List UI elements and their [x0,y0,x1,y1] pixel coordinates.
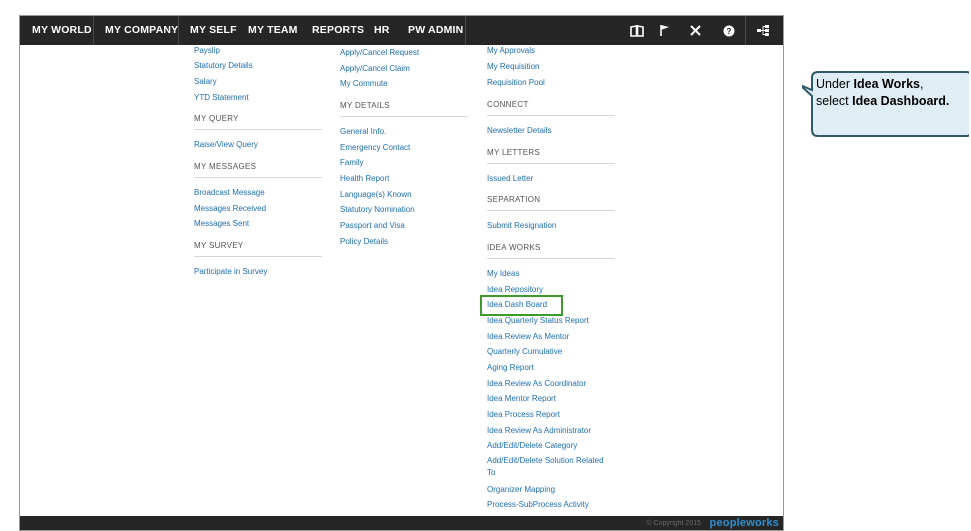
section-heading-idea-works: IDEA WORKS [487,243,541,252]
nav-my-team[interactable]: MY TEAM [248,16,298,45]
my-self-mega-menu: Payslip Statutory Details Salary YTD Sta… [180,45,617,516]
callout-text: Under Idea Works, select Idea Dashboard. [816,76,958,110]
nav-divider [745,16,746,45]
menu-link-passport-and-visa[interactable]: Passport and Visa [340,221,405,231]
section-heading-my-messages: MY MESSAGES [194,162,257,171]
footer-bar: © Copyright 2015 peopleworks [20,516,783,530]
menu-link-process-subprocess-activity[interactable]: Process-SubProcess Activity [487,500,589,510]
section-heading-my-letters: MY LETTERS [487,148,541,157]
menu-link-messages-sent[interactable]: Messages Sent [194,219,249,229]
book-icon[interactable] [622,16,652,45]
menu-link-statutory-details[interactable]: Statutory Details [194,61,253,71]
menu-link-health-report[interactable]: Health Report [340,174,389,184]
menu-link-my-approvals[interactable]: My Approvals [487,46,535,56]
menu-link-issued-letter[interactable]: Issued Letter [487,174,533,184]
menu-link-idea-review-as-coordinator[interactable]: Idea Review As Coordinator [487,379,586,389]
instruction-callout: Under Idea Works, select Idea Dashboard. [802,70,969,138]
section-divider [194,256,322,257]
menu-link-idea-review-as-mentor[interactable]: Idea Review As Mentor [487,332,569,342]
menu-link-my-ideas[interactable]: My Ideas [487,269,519,279]
section-heading-my-query: MY QUERY [194,114,239,123]
section-heading-my-details: MY DETAILS [340,101,390,110]
menu-link-idea-repository[interactable]: Idea Repository [487,285,543,295]
menu-link-idea-process-report[interactable]: Idea Process Report [487,410,560,420]
section-heading-my-survey: MY SURVEY [194,241,244,250]
menu-link-family[interactable]: Family [340,158,364,168]
menu-link-aging-report[interactable]: Aging Report [487,363,534,373]
section-heading-connect: CONNECT [487,100,529,109]
help-icon[interactable]: ? [714,16,744,45]
menu-link-messages-received[interactable]: Messages Received [194,204,266,214]
nav-my-company[interactable]: MY COMPANY [105,16,178,45]
top-navbar: MY WORLD MY COMPANY MY SELF MY TEAM REPO… [20,16,783,45]
menu-link-payslip[interactable]: Payslip [194,46,220,56]
nav-divider [178,16,179,45]
menu-link-newsletter-details[interactable]: Newsletter Details [487,126,551,136]
app-window: MY WORLD MY COMPANY MY SELF MY TEAM REPO… [19,15,784,531]
section-heading-separation: SEPARATION [487,195,541,204]
nav-divider [93,16,94,45]
menu-link-submit-resignation[interactable]: Submit Resignation [487,221,556,231]
tools-icon[interactable] [680,16,710,45]
section-divider [487,115,615,116]
section-divider [487,258,615,259]
menu-link-broadcast-message[interactable]: Broadcast Message [194,188,265,198]
nav-reports[interactable]: REPORTS [312,16,364,45]
peopleworks-logo: peopleworks [709,517,779,529]
menu-link-requisition-pool[interactable]: Requisition Pool [487,78,545,88]
section-divider [194,129,322,130]
section-divider [340,116,468,117]
menu-link-policy-details[interactable]: Policy Details [340,237,388,247]
nav-divider [465,16,466,45]
menu-link-ytd-statement[interactable]: YTD Statement [194,93,249,103]
menu-link-raise-view-query[interactable]: Raise/View Query [194,140,258,150]
menu-link-my-commute[interactable]: My Commute [340,79,388,89]
menu-link-participate-in-survey[interactable]: Participate in Survey [194,267,267,277]
menu-link-idea-quarterly-status-report[interactable]: Idea Quarterly Status Report [487,316,589,326]
menu-link-idea-mentor-report[interactable]: Idea Mentor Report [487,394,556,404]
menu-link-idea-dash-board[interactable]: Idea Dash Board [487,300,547,310]
nav-pw-admin[interactable]: PW ADMIN [408,16,463,45]
nav-hr[interactable]: HR [374,16,390,45]
menu-link-add-edit-delete-category[interactable]: Add/Edit/Delete Category [487,441,577,451]
sitemap-icon[interactable] [748,16,778,45]
menu-link-emergency-contact[interactable]: Emergency Contact [340,143,410,153]
menu-link-my-requisition[interactable]: My Requisition [487,62,539,72]
menu-link-apply-cancel-request[interactable]: Apply/Cancel Request [340,48,419,58]
menu-link-organizer-mapping[interactable]: Organizer Mapping [487,485,555,495]
callout-text-part: Under [816,77,854,91]
menu-link-apply-cancel-claim[interactable]: Apply/Cancel Claim [340,64,410,74]
svg-text:?: ? [727,27,732,36]
section-divider [487,210,615,211]
menu-link-statutory-nomination[interactable]: Statutory Nomination [340,205,415,215]
menu-link-languages-known[interactable]: Language(s) Known [340,190,412,200]
section-divider [487,163,615,164]
section-divider [194,177,322,178]
menu-link-add-edit-delete-solution-related-to[interactable]: Add/Edit/Delete Solution Related To [487,455,612,479]
menu-link-salary[interactable]: Salary [194,77,217,87]
copyright-text: © Copyright 2015 [646,520,701,527]
menu-link-general-info[interactable]: General Info. [340,127,386,137]
nav-my-world[interactable]: MY WORLD [32,16,92,45]
menu-link-quarterly-cumulative[interactable]: Quarterly Cumulative [487,347,562,357]
nav-my-self[interactable]: MY SELF [190,16,237,45]
menu-link-idea-review-as-administrator[interactable]: Idea Review As Administrator [487,426,591,436]
flag-icon[interactable] [650,16,680,45]
callout-bold-part: Idea Dashboard. [852,94,950,108]
callout-bold-part: Idea Works [853,77,920,91]
